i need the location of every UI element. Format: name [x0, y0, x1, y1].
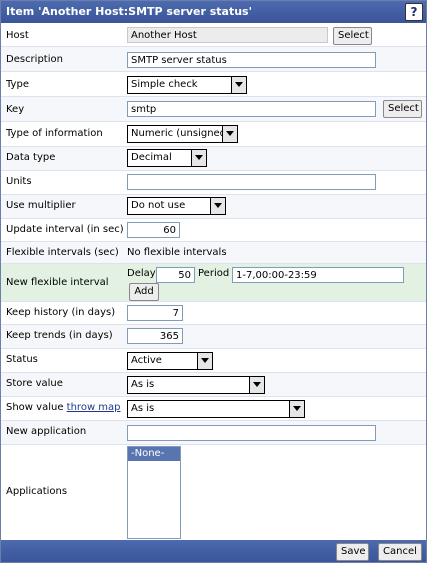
type-label: Type: [6, 79, 29, 90]
show-value-value: As is: [131, 403, 155, 414]
units-label: Units: [6, 176, 32, 187]
status-select[interactable]: Active: [127, 352, 213, 370]
dialog-title: Item 'Another Host:SMTP server status': [6, 5, 252, 18]
add-button[interactable]: Add: [129, 283, 159, 301]
type-of-information-label: Type of information: [6, 128, 103, 139]
description-label: Description: [6, 54, 63, 65]
use-multiplier-value: Do not use: [131, 200, 186, 211]
use-multiplier-select[interactable]: Do not use: [127, 197, 226, 215]
type-of-information-select[interactable]: Numeric (unsigned): [127, 125, 238, 143]
applications-option[interactable]: -None-: [128, 447, 180, 461]
chevron-down-icon: [191, 150, 206, 166]
keep-history-field[interactable]: [127, 305, 183, 321]
host-field[interactable]: [127, 27, 328, 43]
row-units: Units: [1, 171, 426, 195]
row-keep-trends: Keep trends (in days): [1, 325, 426, 349]
chevron-down-icon: [222, 126, 237, 142]
row-keep-history: Keep history (in days): [1, 302, 426, 325]
item-dialog: Item 'Another Host:SMTP server status' ?…: [0, 0, 427, 563]
title-bar: Item 'Another Host:SMTP server status' ?: [1, 1, 426, 23]
type-select-value: Simple check: [131, 79, 198, 90]
row-flexible-intervals: Flexible intervals (sec) No flexible int…: [1, 242, 426, 264]
row-status: Status Active: [1, 349, 426, 373]
period-label: Period: [198, 268, 230, 279]
row-show-value: Show value throw map As is: [1, 397, 426, 421]
chevron-down-icon: [231, 77, 246, 93]
row-store-value: Store value As is: [1, 373, 426, 397]
flexible-intervals-label: Flexible intervals (sec): [6, 247, 119, 258]
row-applications: Applications: [1, 445, 426, 539]
store-value-value: As is: [131, 379, 155, 390]
chevron-down-icon: [197, 353, 212, 369]
throw-map-link[interactable]: throw map: [67, 402, 121, 413]
cancel-button[interactable]: Cancel: [378, 543, 422, 561]
key-label: Key: [6, 104, 25, 115]
delay-field[interactable]: [156, 267, 195, 283]
row-host: Host Select: [1, 24, 426, 47]
new-application-field[interactable]: [127, 425, 376, 441]
row-new-flexible-interval: New flexible interval Delay Period Add: [1, 264, 426, 302]
flexible-intervals-value: No flexible intervals: [127, 247, 227, 258]
type-select[interactable]: Simple check: [127, 76, 247, 94]
row-description: Description: [1, 47, 426, 72]
new-flexible-interval-label: New flexible interval: [6, 277, 109, 288]
chevron-down-icon: [210, 198, 225, 214]
row-use-multiplier: Use multiplier Do not use: [1, 195, 426, 219]
period-field[interactable]: [232, 267, 404, 283]
key-select-button[interactable]: Select: [383, 100, 422, 118]
keep-history-label: Keep history (in days): [6, 307, 116, 318]
store-value-select[interactable]: As is: [127, 376, 265, 394]
host-label: Host: [6, 30, 29, 41]
show-value-label: Show value: [6, 402, 64, 413]
keep-trends-field[interactable]: [127, 328, 183, 344]
applications-listbox[interactable]: -None-: [127, 446, 181, 539]
host-select-button[interactable]: Select: [333, 27, 372, 45]
use-multiplier-label: Use multiplier: [6, 200, 76, 211]
row-update-interval: Update interval (in sec): [1, 219, 426, 242]
units-field[interactable]: [127, 174, 376, 190]
show-value-select[interactable]: As is: [127, 400, 305, 418]
store-value-label: Store value: [6, 378, 63, 389]
status-label: Status: [6, 354, 38, 365]
footer-bar: Save Cancel: [1, 540, 426, 562]
description-field[interactable]: [127, 52, 376, 68]
new-application-label: New application: [6, 426, 87, 437]
row-key: Key Select: [1, 97, 426, 122]
update-interval-field[interactable]: [127, 222, 180, 238]
data-type-value: Decimal: [131, 152, 172, 163]
row-type: Type Simple check: [1, 72, 426, 97]
row-data-type: Data type Decimal: [1, 147, 426, 171]
row-new-application: New application: [1, 421, 426, 445]
data-type-select[interactable]: Decimal: [127, 149, 207, 167]
status-value: Active: [131, 355, 162, 366]
data-type-label: Data type: [6, 152, 56, 163]
chevron-down-icon: [249, 377, 264, 393]
key-field[interactable]: [127, 101, 376, 117]
row-type-of-information: Type of information Numeric (unsigned): [1, 122, 426, 147]
help-icon[interactable]: ?: [405, 3, 423, 21]
save-button[interactable]: Save: [336, 543, 369, 561]
applications-label: Applications: [6, 486, 68, 497]
keep-trends-label: Keep trends (in days): [6, 330, 113, 341]
delay-label: Delay: [127, 268, 156, 279]
update-interval-label: Update interval (in sec): [6, 224, 124, 235]
chevron-down-icon: [289, 401, 304, 417]
show-value-label-wrap: Show value throw map: [6, 402, 121, 413]
type-of-information-value: Numeric (unsigned): [131, 128, 230, 139]
